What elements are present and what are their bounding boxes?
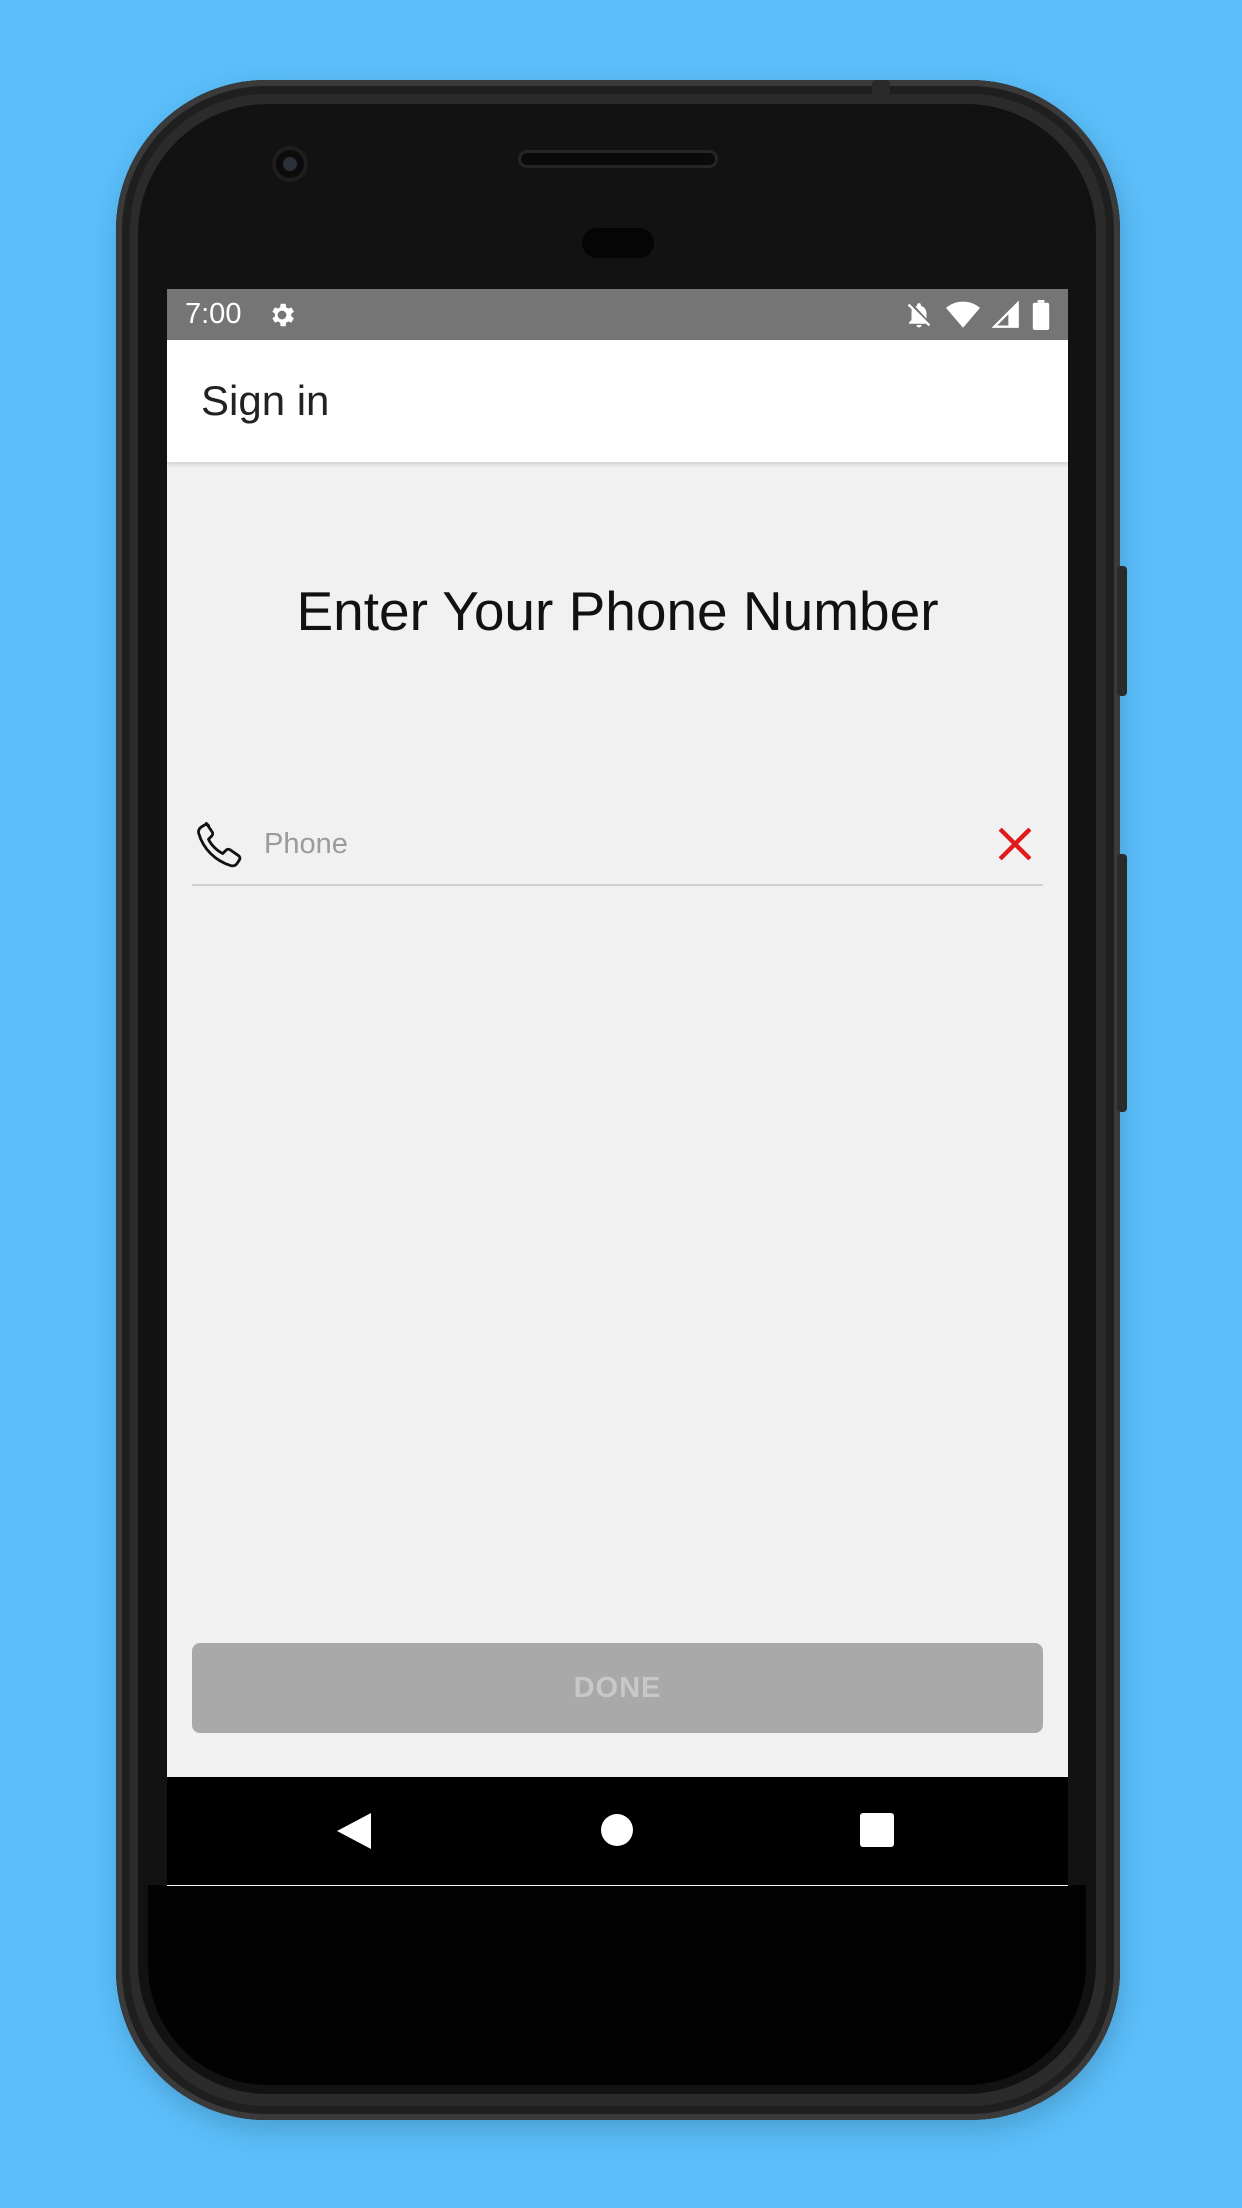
battery-icon [1032,299,1050,330]
phone-heading: Enter Your Phone Number [296,580,939,642]
signal-icon [992,300,1020,329]
earpiece-speaker [518,150,718,168]
phone-input[interactable] [264,814,995,874]
status-bar: 7:00 [167,289,1068,340]
volume-button [1117,854,1127,1112]
app-bar: Sign in [167,340,1068,462]
clear-icon[interactable] [995,824,1035,864]
front-camera [272,146,308,182]
phone-field [192,804,1043,886]
settings-gear-icon [267,300,297,330]
proximity-sensor [582,228,654,258]
done-button[interactable]: DONE [192,1643,1043,1733]
wifi-icon [946,300,980,330]
phone-icon [192,818,244,870]
navigation-bar [167,1777,1068,1885]
home-icon[interactable] [600,1813,634,1852]
page-title: Sign in [201,377,330,424]
status-time: 7:00 [185,298,242,330]
phone-chin [148,1885,1086,2085]
frame-notch-top [872,80,890,98]
back-icon[interactable] [337,1813,371,1854]
status-icons [904,299,1050,330]
power-button [1117,566,1127,696]
screen: 7:00 Sign in Enter Your Phone Number Pho… [167,289,1068,1886]
recents-icon[interactable] [860,1813,894,1852]
alarm-off-icon [904,300,934,330]
